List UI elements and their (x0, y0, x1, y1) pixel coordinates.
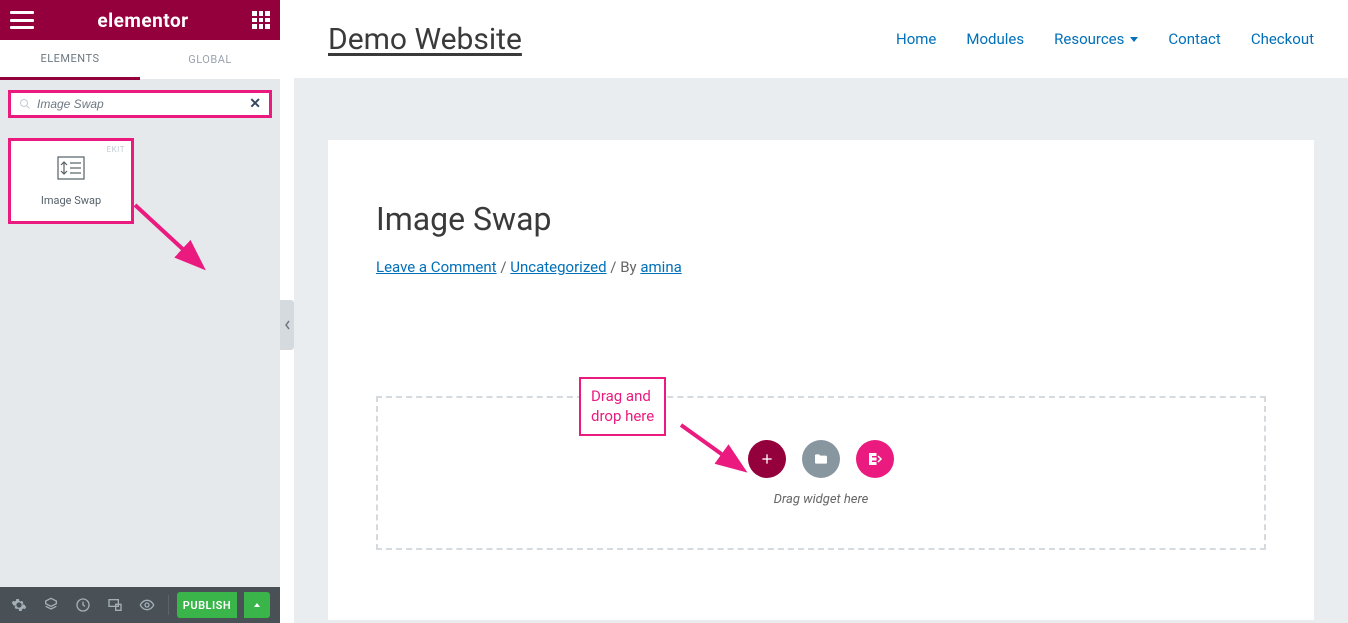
dropzone-hint: Drag widget here (774, 492, 869, 507)
nav-resources-label: Resources (1054, 30, 1124, 48)
widget-image-swap[interactable]: EKIT Image Swap (8, 138, 134, 224)
menu-icon[interactable] (10, 11, 34, 29)
preview-icon[interactable] (134, 592, 160, 618)
meta-sep: / By (607, 258, 641, 276)
author-link[interactable]: amina (640, 258, 681, 276)
ekit-badge: EKIT (107, 145, 125, 154)
tab-global[interactable]: GLOBAL (140, 40, 280, 80)
search-wrap: ✕ (0, 80, 280, 128)
category-link[interactable]: Uncategorized (510, 258, 606, 276)
nav-home[interactable]: Home (896, 30, 936, 48)
content-card: Image Swap Leave a Comment / Uncategoriz… (328, 140, 1314, 620)
publish-caret[interactable] (244, 592, 270, 618)
responsive-icon[interactable] (102, 592, 128, 618)
chevron-down-icon (1130, 37, 1138, 42)
annotation-text: drop here (591, 407, 654, 427)
leave-comment-link[interactable]: Leave a Comment (376, 258, 497, 276)
navigator-icon[interactable] (38, 592, 64, 618)
elementor-sidebar: elementor ELEMENTS GLOBAL ✕ EKIT (0, 0, 280, 623)
dropzone-buttons (748, 440, 894, 478)
ekit-button[interactable] (856, 440, 894, 478)
search-icon (19, 95, 31, 114)
add-section-button[interactable] (748, 440, 786, 478)
history-icon[interactable] (70, 592, 96, 618)
post-meta: Leave a Comment / Uncategorized / By ami… (376, 258, 1266, 276)
nav-contact[interactable]: Contact (1168, 30, 1220, 48)
sidebar-header: elementor (0, 0, 280, 40)
folder-icon (813, 451, 829, 467)
bottom-bar: PUBLISH (0, 587, 280, 623)
site-title-link[interactable]: Demo Website (328, 22, 522, 57)
search-input[interactable] (31, 97, 249, 111)
page-title: Image Swap (376, 200, 1266, 238)
template-button[interactable] (802, 440, 840, 478)
widget-dropzone[interactable]: Drag widget here (376, 396, 1266, 550)
annotation-text: Drag and (591, 387, 654, 407)
nav-checkout[interactable]: Checkout (1251, 30, 1314, 48)
publish-button[interactable]: PUBLISH (177, 592, 237, 618)
search-clear-icon[interactable]: ✕ (249, 96, 261, 112)
sidebar-tabs: ELEMENTS GLOBAL (0, 40, 280, 80)
main-nav: Home Modules Resources Contact Checkout (896, 30, 1314, 48)
plus-icon (759, 451, 775, 467)
nav-modules[interactable]: Modules (966, 30, 1024, 48)
chevron-left-icon (284, 320, 291, 330)
brand-logo: elementor (97, 9, 188, 32)
widget-label: Image Swap (41, 194, 101, 207)
settings-icon[interactable] (6, 592, 32, 618)
meta-sep: / (497, 258, 511, 276)
tab-elements[interactable]: ELEMENTS (0, 40, 140, 80)
image-swap-icon (57, 156, 85, 184)
separator (168, 595, 169, 615)
preview-pane: Demo Website Home Modules Resources Cont… (294, 0, 1348, 623)
nav-resources[interactable]: Resources (1054, 30, 1138, 48)
ekit-icon (866, 450, 884, 468)
widget-area: EKIT Image Swap (0, 128, 280, 234)
annotation-callout: Drag and drop here (579, 377, 666, 436)
search-box: ✕ (8, 90, 272, 118)
content-wrap: Image Swap Leave a Comment / Uncategoriz… (294, 78, 1348, 620)
sidebar-collapse-toggle[interactable] (280, 300, 294, 350)
apps-icon[interactable] (252, 11, 270, 29)
site-header: Demo Website Home Modules Resources Cont… (294, 0, 1348, 78)
